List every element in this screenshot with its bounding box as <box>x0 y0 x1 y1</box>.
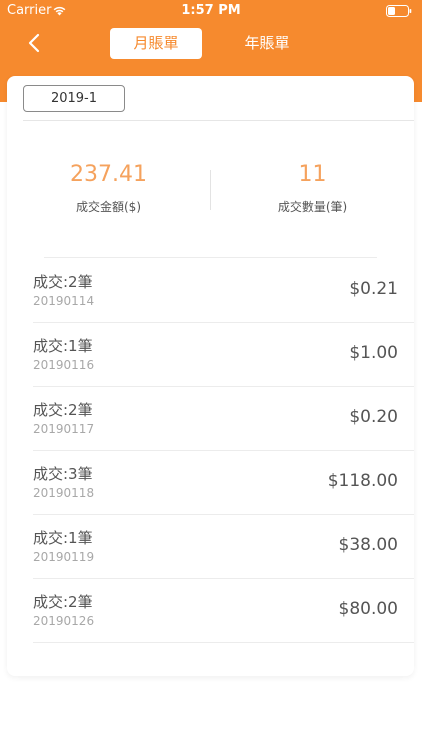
record-date: 20190114 <box>33 294 95 308</box>
record-amount: $80.00 <box>338 599 398 619</box>
tab-monthly-bill[interactable]: 月賬單 <box>110 28 202 59</box>
total-count-value: 11 <box>298 162 327 187</box>
record-title: 成交:1筆 <box>33 337 93 355</box>
total-count-label: 成交數量(筆) <box>277 200 348 214</box>
battery-icon <box>386 5 412 21</box>
total-amount-label: 成交金額($) <box>76 200 141 214</box>
record-date: 20190117 <box>33 422 95 436</box>
summary-panel: 237.41 成交金額($) 11 成交數量(筆) <box>7 160 414 220</box>
record-amount: $38.00 <box>338 535 398 555</box>
list-item[interactable]: 成交:1筆 20190119 $38.00 <box>7 515 414 579</box>
summary-count: 11 成交數量(筆) <box>211 160 414 215</box>
record-title: 成交:3筆 <box>33 465 93 483</box>
total-amount-value: 237.41 <box>70 162 147 187</box>
record-amount: $1.00 <box>349 343 398 363</box>
record-amount: $0.21 <box>349 279 398 299</box>
record-title: 成交:2筆 <box>33 593 93 611</box>
list-item[interactable]: 成交:1筆 20190116 $1.00 <box>7 323 414 387</box>
status-bar: Carrier 1:57 PM <box>0 0 422 24</box>
list-item[interactable]: 成交:3筆 20190118 $118.00 <box>7 451 414 515</box>
record-date: 20190116 <box>33 358 95 372</box>
bill-card: 2019-1 237.41 成交金額($) 11 成交數量(筆) 成交:2筆 2… <box>7 76 414 676</box>
divider <box>23 120 414 121</box>
record-list: 成交:2筆 20190114 $0.21 成交:1筆 20190116 $1.0… <box>7 259 414 643</box>
record-amount: $0.20 <box>349 407 398 427</box>
status-time: 1:57 PM <box>181 3 241 18</box>
record-title: 成交:2筆 <box>33 401 93 419</box>
tab-yearly-bill[interactable]: 年賬單 <box>221 28 313 59</box>
record-amount: $118.00 <box>327 471 398 491</box>
list-item[interactable]: 成交:2筆 20190114 $0.21 <box>7 259 414 323</box>
divider <box>44 257 377 258</box>
chevron-left-icon[interactable] <box>24 32 46 54</box>
list-item[interactable]: 成交:2筆 20190117 $0.20 <box>7 387 414 451</box>
record-title: 成交:2筆 <box>33 273 93 291</box>
record-date: 20190119 <box>33 550 95 564</box>
month-selector[interactable]: 2019-1 <box>23 85 125 112</box>
summary-amount: 237.41 成交金額($) <box>7 160 210 215</box>
app-screen: Carrier 1:57 PM 月賬單 年賬單 2019-1 237.41 成交… <box>0 0 422 750</box>
list-item[interactable]: 成交:2筆 20190126 $80.00 <box>7 579 414 643</box>
record-date: 20190118 <box>33 486 95 500</box>
record-date: 20190126 <box>33 614 95 628</box>
record-title: 成交:1筆 <box>33 529 93 547</box>
